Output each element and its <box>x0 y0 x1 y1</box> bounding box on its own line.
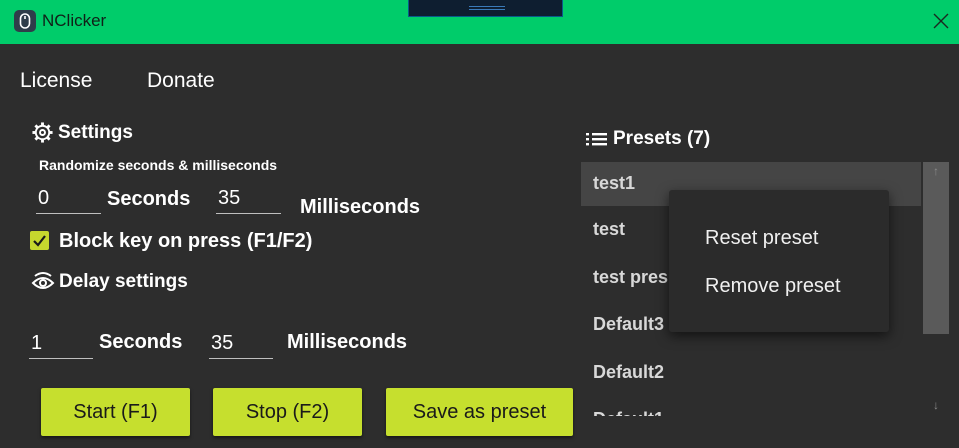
presets-heading: Presets (7) <box>585 128 710 150</box>
presets-heading-label: Presets (7) <box>613 128 711 149</box>
close-button[interactable] <box>928 8 954 34</box>
donate-menu-item[interactable]: Donate <box>147 69 215 93</box>
arrow-down-icon[interactable]: ↓ <box>923 396 949 414</box>
license-menu-item[interactable]: License <box>20 69 92 93</box>
random-seconds-label: Seconds <box>107 188 191 210</box>
arrow-up-icon[interactable]: ↑ <box>923 162 949 180</box>
stop-button[interactable]: Stop (F2) <box>213 388 362 436</box>
close-icon <box>933 13 949 29</box>
preset-item[interactable]: Default1 <box>581 398 921 416</box>
app-mouse-icon <box>14 10 36 32</box>
random-ms-label: Milliseconds <box>300 196 421 218</box>
reset-preset-menu-item[interactable]: Reset preset <box>705 227 818 250</box>
scrollbar-thumb[interactable] <box>923 162 949 334</box>
delay-ms-label: Milliseconds <box>287 331 408 353</box>
settings-heading: Settings <box>31 121 133 144</box>
preset-context-menu: Reset preset Remove preset <box>669 190 889 332</box>
presets-scrollbar[interactable]: ↑ ↓ <box>923 162 949 416</box>
drag-handle[interactable] <box>408 0 563 17</box>
block-key-label[interactable]: Block key on press (F1/F2) <box>59 230 312 253</box>
random-seconds-input[interactable] <box>36 186 101 214</box>
random-ms-input[interactable] <box>216 186 281 214</box>
delay-heading: Delay settings <box>31 271 188 293</box>
delay-seconds-input[interactable] <box>29 331 93 359</box>
randomize-label: Randomize seconds & milliseconds <box>39 157 278 173</box>
eye-icon <box>31 272 55 289</box>
window-title: NClicker <box>42 11 107 30</box>
preset-item[interactable]: Default2 <box>581 351 921 395</box>
save-preset-button[interactable]: Save as preset <box>386 388 573 436</box>
block-key-checkbox[interactable] <box>30 231 49 250</box>
start-button[interactable]: Start (F1) <box>41 388 190 436</box>
delay-ms-input[interactable] <box>209 331 273 359</box>
settings-heading-label: Settings <box>58 121 133 143</box>
list-icon <box>586 133 607 146</box>
delay-heading-label: Delay settings <box>59 271 188 292</box>
delay-seconds-label: Seconds <box>99 331 183 353</box>
remove-preset-menu-item[interactable]: Remove preset <box>705 275 841 298</box>
gear-icon <box>32 122 53 143</box>
check-icon <box>33 235 46 247</box>
